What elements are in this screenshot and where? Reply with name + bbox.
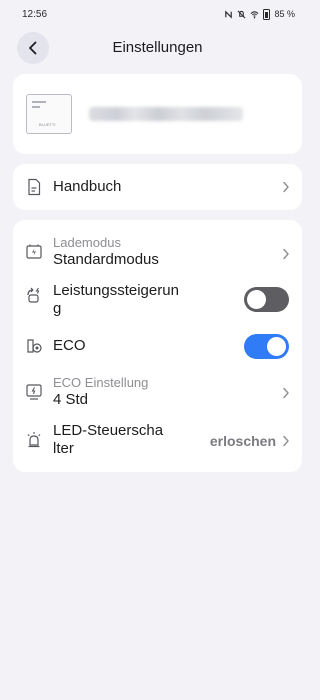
nfc-icon bbox=[225, 9, 233, 19]
power-lifting-icon bbox=[25, 286, 43, 304]
charge-mode-row[interactable]: Lademodus Standardmodus bbox=[13, 228, 302, 278]
eco-label: ECO bbox=[53, 337, 86, 354]
led-switch-value: erloschen bbox=[209, 433, 276, 449]
document-icon bbox=[25, 178, 43, 196]
power-lifting-toggle[interactable] bbox=[244, 287, 289, 312]
charge-mode-value: Standardmodus bbox=[53, 251, 159, 268]
header: Einstellungen bbox=[0, 30, 315, 66]
toggle-knob bbox=[247, 290, 266, 309]
eco-setting-label: ECO Einstellung bbox=[53, 375, 149, 390]
power-lifting-row: Leistungssteigerun g bbox=[13, 278, 302, 322]
eco-setting-row[interactable]: ECO Einstellung 4 Std bbox=[13, 368, 302, 416]
mute-icon bbox=[238, 10, 246, 18]
status-bar: 12:56 85 % bbox=[0, 0, 315, 28]
battery-icon bbox=[263, 8, 271, 20]
wifi-icon bbox=[251, 10, 259, 18]
device-brand-text: BLUETTI bbox=[39, 122, 56, 127]
eco-setting-icon bbox=[25, 383, 43, 401]
manual-card[interactable]: Handbuch bbox=[13, 164, 302, 210]
led-switch-label-line2: lter bbox=[53, 440, 74, 457]
device-image: BLUETTI bbox=[26, 94, 72, 134]
battery-percent: 85 % bbox=[274, 9, 295, 19]
led-switch-row[interactable]: LED-Steuerscha lter erloschen bbox=[13, 418, 302, 464]
charge-mode-icon bbox=[25, 243, 43, 261]
charge-mode-label: Lademodus bbox=[53, 235, 121, 250]
chevron-right-icon bbox=[282, 181, 290, 193]
device-name-blurred bbox=[89, 107, 243, 121]
power-lifting-label-line1: Leistungssteigerun bbox=[53, 282, 179, 299]
eco-toggle[interactable] bbox=[244, 334, 289, 359]
light-bulb-icon bbox=[25, 431, 43, 449]
status-icons: 85 % bbox=[224, 8, 295, 20]
toggle-knob bbox=[267, 337, 286, 356]
eco-row: ECO bbox=[13, 326, 302, 366]
power-lifting-label-line2: g bbox=[53, 300, 62, 317]
chevron-right-icon bbox=[282, 248, 290, 260]
chevron-right-icon bbox=[282, 387, 290, 399]
device-card[interactable]: BLUETTI bbox=[13, 74, 302, 154]
eco-icon bbox=[25, 337, 43, 355]
chevron-right-icon bbox=[282, 435, 290, 447]
settings-card: Lademodus Standardmodus Leistungssteiger… bbox=[13, 220, 302, 472]
page-title: Einstellungen bbox=[112, 39, 203, 56]
led-switch-label-line1: LED-Steuerscha bbox=[53, 422, 164, 439]
eco-setting-value: 4 Std bbox=[53, 391, 89, 408]
manual-label: Handbuch bbox=[53, 178, 122, 195]
manual-row[interactable]: Handbuch bbox=[13, 164, 302, 210]
status-time: 12:56 bbox=[22, 8, 48, 20]
